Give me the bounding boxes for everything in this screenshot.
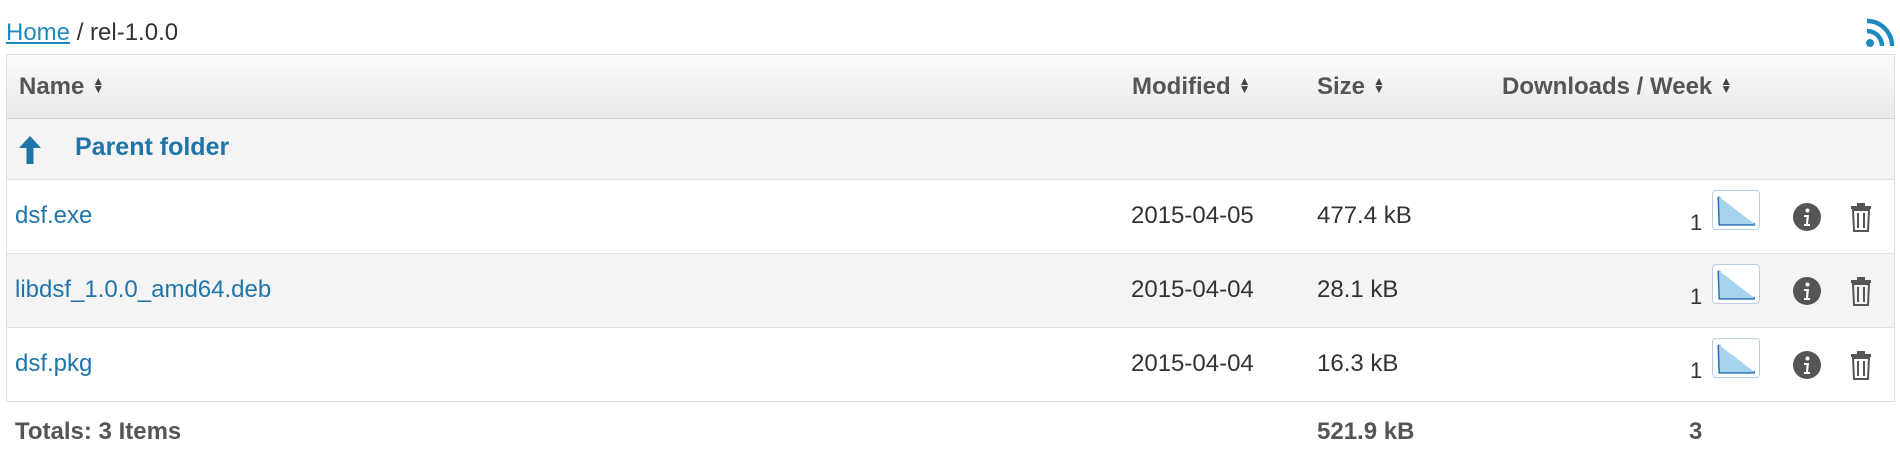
breadcrumb-separator: /	[76, 19, 84, 46]
sparkline-chart[interactable]	[1712, 264, 1760, 304]
info-icon[interactable]	[1792, 350, 1822, 380]
breadcrumb-home-link[interactable]: Home	[6, 19, 70, 46]
sort-icon: ▲ ▼	[1238, 73, 1251, 96]
totals-downloads: 3	[1689, 418, 1703, 445]
file-size: 477.4 kB	[1317, 202, 1412, 229]
sort-icon: ▲ ▼	[92, 73, 105, 96]
parent-folder-row[interactable]: Parent folder	[7, 119, 1894, 179]
table-header: Name ▲ ▼ Modified ▲ ▼ Size ▲ ▼ Downloads / Wee…	[7, 55, 1894, 119]
file-name-link[interactable]: libdsf_1.0.0_amd64.deb	[15, 276, 271, 304]
sparkline-chart[interactable]	[1712, 190, 1760, 230]
rss-feed-icon[interactable]	[1865, 18, 1895, 48]
totals-label: Totals: 3 Items	[15, 418, 182, 445]
table-row: dsf.exe 2015-04-05 477.4 kB 1	[7, 179, 1894, 253]
trash-icon[interactable]	[1849, 350, 1873, 380]
download-count: 1	[1690, 210, 1703, 235]
file-modified: 2015-04-04	[1131, 276, 1254, 303]
trash-icon[interactable]	[1849, 202, 1873, 232]
file-browser: Home / rel-1.0.0 Name ▲ ▼ Modified ▲ ▼ Size ▲…	[6, 0, 1895, 462]
totals-row: Totals: 3 Items 521.9 kB 3	[6, 401, 1895, 462]
column-header-downloads[interactable]: Downloads / Week ▲ ▼	[1502, 55, 1732, 118]
file-modified: 2015-04-05	[1131, 202, 1254, 229]
table-row: libdsf_1.0.0_amd64.deb 2015-04-04 28.1 k…	[7, 253, 1894, 327]
column-header-name[interactable]: Name ▲ ▼	[19, 55, 104, 118]
sort-icon: ▲ ▼	[1720, 73, 1733, 96]
totals-size: 521.9 kB	[1317, 418, 1415, 445]
sort-icon: ▲ ▼	[1373, 73, 1385, 96]
sparkline-chart[interactable]	[1712, 338, 1760, 378]
file-name-link[interactable]: dsf.pkg	[15, 350, 92, 378]
breadcrumb: Home / rel-1.0.0	[6, 0, 1895, 54]
parent-folder-link[interactable]: Parent folder	[75, 133, 229, 162]
download-count: 1	[1690, 284, 1703, 309]
column-header-modified[interactable]: Modified ▲ ▼	[1132, 55, 1251, 118]
file-name-link[interactable]: dsf.exe	[15, 202, 92, 230]
files-table: Name ▲ ▼ Modified ▲ ▼ Size ▲ ▼ Downloads / Wee…	[6, 54, 1895, 401]
breadcrumb-current: rel-1.0.0	[90, 19, 179, 46]
table-row: dsf.pkg 2015-04-04 16.3 kB 1	[7, 327, 1894, 401]
trash-icon[interactable]	[1849, 276, 1873, 306]
arrow-up-icon	[19, 136, 41, 164]
file-size: 16.3 kB	[1317, 350, 1399, 377]
info-icon[interactable]	[1792, 276, 1822, 306]
download-count: 1	[1690, 358, 1703, 383]
info-icon[interactable]	[1792, 202, 1822, 232]
file-modified: 2015-04-04	[1131, 350, 1254, 377]
column-header-size[interactable]: Size ▲ ▼	[1317, 55, 1385, 118]
file-size: 28.1 kB	[1317, 276, 1399, 303]
